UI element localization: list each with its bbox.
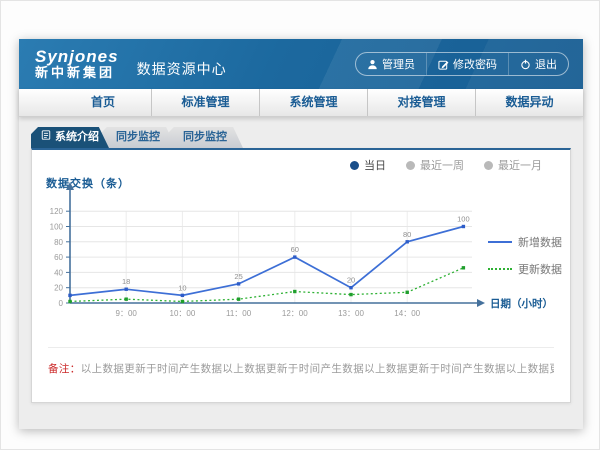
svg-text:25: 25 bbox=[234, 272, 242, 281]
tab-sync-monitor-1[interactable]: 同步监控 bbox=[100, 127, 176, 148]
radio-last-week-label: 最近一周 bbox=[420, 157, 464, 173]
svg-text:10: 10 bbox=[178, 283, 186, 292]
nav-item-home[interactable]: 首页 bbox=[55, 89, 151, 116]
period-radio-group: 当日 最近一周 最近一月 bbox=[350, 157, 542, 173]
svg-text:20: 20 bbox=[347, 276, 355, 285]
admin-user-button[interactable]: 管理员 bbox=[356, 53, 426, 75]
chart-container: 9：00 10：00 11：00 12：00 13：00 14：00 0 20 40 60 80 10… bbox=[42, 180, 562, 332]
logout-label: 退出 bbox=[535, 56, 557, 72]
svg-text:13：00: 13：00 bbox=[338, 309, 364, 318]
radio-today-label: 当日 bbox=[364, 157, 386, 173]
tab-system-intro[interactable]: 系统介绍 bbox=[31, 127, 109, 148]
line-chart: 9：00 10：00 11：00 12：00 13：00 14：00 0 20 40 60 80 10… bbox=[42, 180, 562, 332]
change-password-label: 修改密码 bbox=[453, 56, 497, 72]
svg-text:80: 80 bbox=[54, 238, 63, 247]
svg-text:12：00: 12：00 bbox=[282, 309, 308, 318]
note-prefix: 备注： bbox=[48, 363, 81, 375]
footer-note: 备注：以上数据更新于时间产生数据以上数据更新于时间产生数据以上数据更新于时间产生… bbox=[48, 347, 554, 376]
power-icon bbox=[520, 59, 531, 70]
svg-text:100: 100 bbox=[50, 223, 64, 232]
tab-bar: 系统介绍 同步监控 同步监控 bbox=[31, 127, 243, 148]
tab-label: 同步监控 bbox=[116, 127, 160, 148]
radio-last-month[interactable]: 最近一月 bbox=[484, 157, 542, 173]
radio-last-week[interactable]: 最近一周 bbox=[406, 157, 464, 173]
nav-item-standard-mgmt[interactable]: 标准管理 bbox=[151, 89, 259, 116]
radio-today[interactable]: 当日 bbox=[350, 157, 386, 173]
chart-panel: 当日 最近一周 最近一月 数据交换（条） 9：0010：0011：0012：00… bbox=[31, 148, 571, 403]
svg-text:40: 40 bbox=[54, 268, 63, 277]
legend-label-new-data: 新增数据 bbox=[518, 234, 562, 250]
radio-dot-icon bbox=[406, 161, 415, 170]
document-icon bbox=[41, 127, 51, 148]
edit-icon bbox=[438, 59, 449, 70]
logo-text-en: Synjones bbox=[35, 48, 119, 66]
legend-label-update-data: 更新数据 bbox=[518, 261, 562, 277]
chart-legend: 新增数据 更新数据 bbox=[488, 234, 564, 277]
svg-text:0: 0 bbox=[59, 299, 64, 308]
svg-text:11：00: 11：00 bbox=[226, 309, 252, 318]
tab-sync-monitor-2[interactable]: 同步监控 bbox=[167, 127, 243, 148]
admin-user-label: 管理员 bbox=[382, 56, 415, 72]
legend-line-sample-solid bbox=[488, 241, 512, 243]
user-icon bbox=[367, 59, 378, 70]
radio-dot-icon bbox=[350, 161, 359, 170]
svg-text:20: 20 bbox=[54, 284, 63, 293]
user-actions-group: 管理员 修改密码 退出 bbox=[355, 52, 569, 76]
logo-text-cn: 新中新集团 bbox=[35, 66, 119, 80]
radio-last-month-label: 最近一月 bbox=[498, 157, 542, 173]
legend-line-sample-dotted bbox=[488, 268, 512, 270]
page-title: 数据资源中心 bbox=[137, 59, 227, 79]
note-text: 以上数据更新于时间产生数据以上数据更新于时间产生数据以上数据更新于时间产生数据以… bbox=[81, 363, 554, 375]
nav-item-system-mgmt[interactable]: 系统管理 bbox=[259, 89, 367, 116]
main-nav-bar: 首页 标准管理 系统管理 对接管理 数据异动 bbox=[19, 89, 583, 117]
screen-background: Synjones 新中新集团 数据资源中心 管理员 修改密码 bbox=[0, 0, 600, 450]
top-header-bar: Synjones 新中新集团 数据资源中心 管理员 修改密码 bbox=[19, 39, 583, 89]
radio-dot-icon bbox=[484, 161, 493, 170]
svg-text:120: 120 bbox=[50, 207, 64, 216]
app-window: Synjones 新中新集团 数据资源中心 管理员 修改密码 bbox=[19, 39, 583, 429]
tab-label: 系统介绍 bbox=[55, 127, 99, 148]
logout-button[interactable]: 退出 bbox=[508, 53, 568, 75]
svg-text:10：00: 10：00 bbox=[170, 309, 196, 318]
svg-text:日期（小时）: 日期（小时） bbox=[490, 297, 553, 310]
svg-text:18: 18 bbox=[122, 277, 130, 286]
svg-text:100: 100 bbox=[457, 215, 470, 224]
change-password-button[interactable]: 修改密码 bbox=[426, 53, 508, 75]
svg-text:60: 60 bbox=[54, 253, 63, 262]
series-legend-item: 新增数据 bbox=[488, 234, 564, 250]
svg-text:9：00: 9：00 bbox=[116, 309, 138, 318]
series-legend-item: 更新数据 bbox=[488, 261, 564, 277]
nav-item-interface-mgmt[interactable]: 对接管理 bbox=[367, 89, 475, 116]
svg-text:60: 60 bbox=[291, 245, 299, 254]
content-area: 系统介绍 同步监控 同步监控 当日 最近一周 bbox=[19, 117, 583, 429]
tab-label: 同步监控 bbox=[183, 127, 227, 148]
svg-text:80: 80 bbox=[403, 230, 411, 239]
svg-text:14：00: 14：00 bbox=[394, 309, 420, 318]
nav-item-data-change[interactable]: 数据异动 bbox=[475, 89, 583, 116]
company-logo: Synjones 新中新集团 bbox=[35, 48, 119, 79]
